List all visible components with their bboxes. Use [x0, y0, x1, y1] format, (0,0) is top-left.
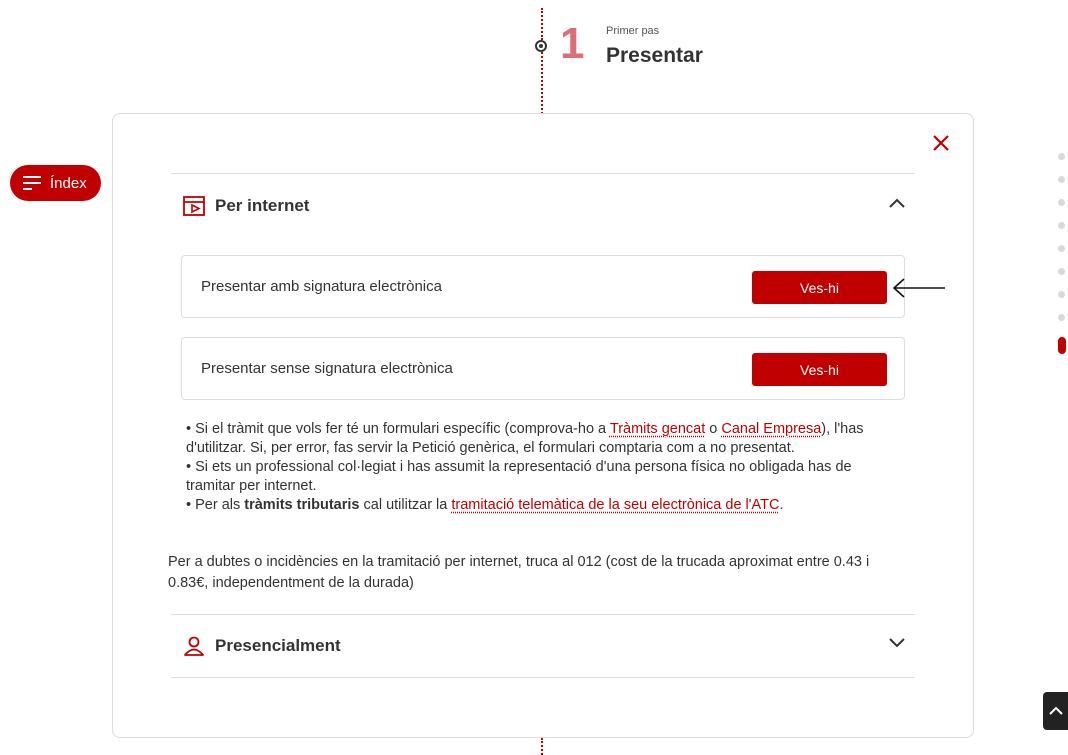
divider [171, 677, 915, 678]
option-without-signature: Presentar sense signatura electrònica Ve… [181, 337, 905, 400]
go-button[interactable]: Ves-hi [752, 353, 887, 386]
progress-dot[interactable] [1058, 245, 1065, 252]
timeline-line [541, 8, 543, 40]
divider [171, 614, 915, 615]
notes: • Si el tràmit que vols fer té un formul… [186, 420, 902, 515]
link-atc[interactable]: tramitació telemàtica de la seu electròn… [451, 497, 779, 513]
link-tramits-gencat[interactable]: Tràmits gencat [610, 421, 705, 437]
progress-dot[interactable] [1058, 199, 1065, 206]
note-text: • Per als [186, 497, 245, 513]
note-bold: tràmits tributaris [244, 497, 360, 513]
person-icon [183, 636, 205, 656]
progress-dot[interactable] [1058, 153, 1065, 160]
accordion-presencial-header[interactable]: Presencialment [171, 628, 915, 664]
step-number: 1 [560, 19, 585, 68]
note-text: • Si el tràmit que vols fer té un formul… [186, 421, 610, 437]
progress-dot[interactable] [1058, 222, 1065, 229]
progress-dot[interactable] [1058, 314, 1065, 321]
progress-dot[interactable] [1058, 268, 1065, 275]
go-button[interactable]: Ves-hi [752, 271, 887, 304]
arrow-left-icon [892, 278, 945, 298]
step-title: Presentar [606, 44, 703, 67]
timeline-line [541, 738, 543, 755]
chevron-down-icon [889, 638, 905, 648]
accordion-presencial-label: Presencialment [215, 636, 341, 655]
internet-icon [183, 196, 205, 216]
option-label: Presentar amb signatura electrònica [201, 278, 442, 295]
option-label: Presentar sense signatura electrònica [201, 360, 453, 377]
timeline-line [541, 52, 543, 114]
note-2: • Si ets un professional col·legiat i ha… [186, 459, 852, 494]
timeline-dot [535, 40, 547, 52]
close-icon[interactable] [932, 134, 950, 152]
progress-dot[interactable] [1058, 291, 1065, 298]
step-subtitle: Primer pas [606, 25, 660, 37]
accordion-internet-header[interactable]: Per internet [171, 188, 915, 224]
note-text: . [779, 497, 784, 513]
arrow-up-icon [1048, 706, 1063, 715]
link-canal-empresa[interactable]: Canal Empresa [721, 421, 821, 437]
help-text: Per a dubtes o incidències en la tramita… [168, 554, 870, 591]
scroll-top-button[interactable] [1043, 692, 1068, 730]
progress-dot[interactable] [1058, 176, 1065, 183]
section-progress [1058, 153, 1068, 370]
chevron-up-icon [889, 198, 905, 208]
index-button-label: Índex [50, 174, 87, 192]
option-with-signature: Presentar amb signatura electrònica Ves-… [181, 255, 905, 318]
note-1: • Si el tràmit que vols fer té un formul… [186, 420, 902, 458]
progress-dot-active[interactable] [1058, 337, 1066, 354]
divider [171, 173, 915, 174]
note-3: • Per als tràmits tributaris cal utilitz… [186, 496, 902, 515]
menu-icon [23, 176, 41, 190]
index-button[interactable]: Índex [10, 165, 101, 201]
note-text: cal utilitzar la [359, 497, 452, 513]
note-text: o [705, 421, 722, 437]
accordion-internet-label: Per internet [215, 196, 310, 215]
